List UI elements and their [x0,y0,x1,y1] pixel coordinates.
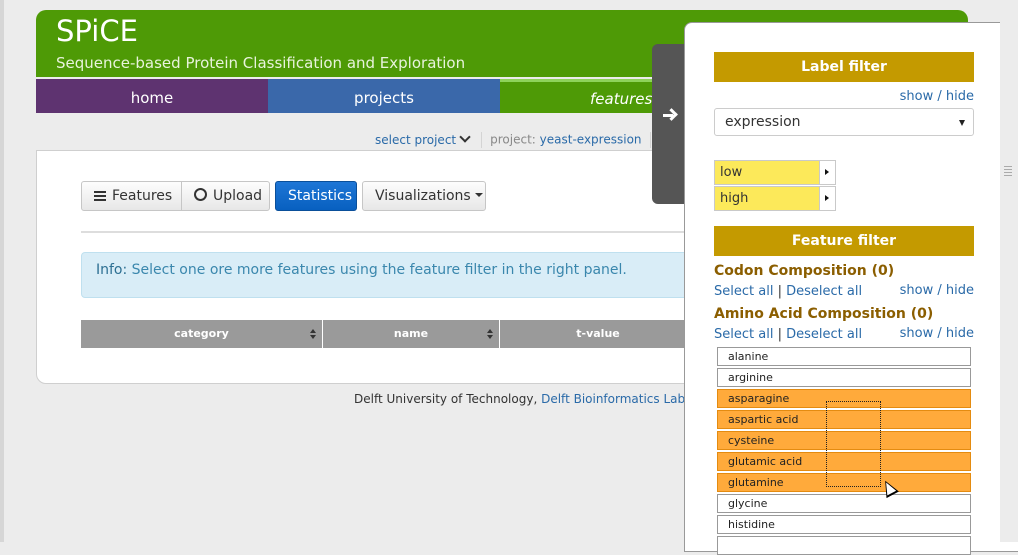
divider [481,132,483,148]
feature-item[interactable]: arginine [717,368,971,387]
visualizations-label: Visualizations [375,188,471,204]
codon-select-links: Select all | Deselect all [714,284,862,299]
label-select[interactable]: expression [714,108,974,136]
statistics-button[interactable]: Statistics [275,181,357,211]
codon-show-hide[interactable]: show / hide [900,283,974,298]
label-filter-header: Label filter [714,52,974,82]
codon-select-all[interactable]: Select all [714,284,773,299]
feature-item[interactable]: alanine [717,347,971,366]
project-bar: select projectproject: yeast-expressionu [375,130,666,148]
info-prefix: Info: [96,262,128,278]
info-alert: Info: Select one ore more features using… [81,252,697,298]
column-header-category[interactable]: category [81,320,323,348]
panel-toggle-tab[interactable] [652,44,685,204]
caret-down-icon [474,193,483,197]
scrollbar-grip-icon[interactable] [1004,166,1012,176]
codon-deselect-all[interactable]: Deselect all [786,284,862,299]
triangle-right-icon[interactable] [819,187,835,210]
sort-icon [487,329,493,339]
footer-text: Delft University of Technology, [354,392,538,406]
features-button-label: Features [112,188,173,204]
info-message: Select one ore more features using the f… [131,262,627,278]
nav-home[interactable]: home [36,79,268,113]
feature-item[interactable] [717,536,971,555]
sort-icon [310,329,316,339]
footer-link[interactable]: Delft Bioinformatics Lab [541,392,685,406]
selection-rectangle [826,401,881,487]
window-left-edge [0,0,4,542]
label-item-high[interactable]: high [714,186,836,211]
upload-button-label: Upload [213,188,263,204]
brand-logo[interactable]: SPiCE [56,14,138,48]
visualizations-dropdown[interactable]: Visualizations [362,181,486,211]
list-icon [94,191,106,201]
separator: | [777,284,782,299]
nav-projects[interactable]: projects [268,79,500,113]
upload-button[interactable]: Upload [181,181,270,211]
nav-features-label: features [590,90,653,108]
upload-icon [194,188,207,201]
codon-composition-title[interactable]: Codon Composition (0) [714,263,894,279]
chevron-down-icon [459,130,471,143]
features-button[interactable]: Features [81,181,182,211]
amino-acid-composition-title[interactable]: Amino Acid Composition (0) [714,306,933,322]
column-label: t-value [576,327,620,340]
label-item-text: high [720,191,749,206]
amino-select-links: Select all | Deselect all [714,327,862,342]
label-filter-show-hide[interactable]: show / hide [900,89,974,104]
divider [649,132,651,148]
select-project-dropdown[interactable]: select project [375,130,473,147]
site-subtitle: Sequence-based Protein Classification an… [56,54,466,72]
separator: | [777,327,782,342]
label-item-text: low [720,165,743,180]
label-item-low[interactable]: low [714,160,836,185]
triangle-right-icon[interactable] [819,161,835,184]
divider [81,231,697,233]
caret-down-icon [959,120,965,126]
select-project-label: select project [375,132,457,147]
column-header-name[interactable]: name [323,320,500,348]
amino-select-all[interactable]: Select all [714,327,773,342]
amino-deselect-all[interactable]: Deselect all [786,327,862,342]
scrollbar[interactable] [1000,22,1018,542]
feature-item[interactable]: histidine [717,515,971,534]
feature-filter-header: Feature filter [714,226,974,256]
column-label: name [393,327,429,340]
amino-show-hide[interactable]: show / hide [900,326,974,341]
footer: Delft University of Technology, Delft Bi… [354,392,685,406]
label-select-value: expression [725,114,801,130]
column-label: category [174,327,229,340]
arrow-right-icon [663,114,673,117]
feature-item[interactable]: glycine [717,494,971,513]
main-panel: Features Upload Statistics Visualization… [36,150,698,384]
project-name-link[interactable]: yeast-expression [540,133,642,147]
column-header-t-value[interactable]: t-value [500,320,697,348]
project-label: project: [490,132,536,147]
